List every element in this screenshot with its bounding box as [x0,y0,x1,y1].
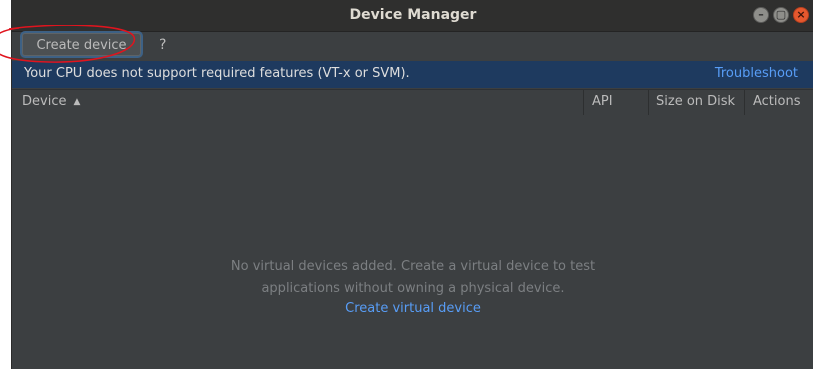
column-header-device[interactable]: Device ▲ [12,90,584,115]
column-header-size[interactable]: Size on Disk [648,90,745,115]
device-table-header: Device ▲ API Size on Disk Actions [12,89,813,116]
maximize-button[interactable]: ▢ [773,7,789,23]
sort-ascending-icon: ▲ [73,97,81,107]
help-icon[interactable]: ? [159,37,166,53]
column-header-device-label: Device [22,94,67,109]
device-manager-window: Device Manager – ▢ × Create device ? You… [11,0,813,369]
empty-state-line-2: applications without owning a physical d… [261,281,565,296]
troubleshoot-link[interactable]: Troubleshoot [715,66,798,81]
empty-state-line-1: No virtual devices added. Create a virtu… [230,259,596,274]
window-title: Device Manager [349,7,477,23]
create-virtual-device-link[interactable]: Create virtual device [12,301,813,316]
title-bar: Device Manager – ▢ × [12,0,813,32]
minimize-icon: – [758,8,764,21]
toolbar: Create device ? [12,32,813,60]
column-header-actions[interactable]: Actions [744,90,813,115]
close-button[interactable]: × [793,7,809,23]
device-list-empty-state: No virtual devices added. Create a virtu… [12,115,813,369]
cpu-warning-banner: Your CPU does not support required featu… [12,61,813,88]
close-icon: × [796,8,806,21]
empty-state-message: No virtual devices added. Create a virtu… [12,256,813,300]
column-header-api[interactable]: API [583,90,649,115]
cpu-warning-text: Your CPU does not support required featu… [24,66,410,81]
create-device-button[interactable]: Create device [22,33,141,56]
minimize-button[interactable]: – [753,7,769,23]
window-controls: – ▢ × [753,7,809,23]
maximize-icon: ▢ [775,8,787,21]
